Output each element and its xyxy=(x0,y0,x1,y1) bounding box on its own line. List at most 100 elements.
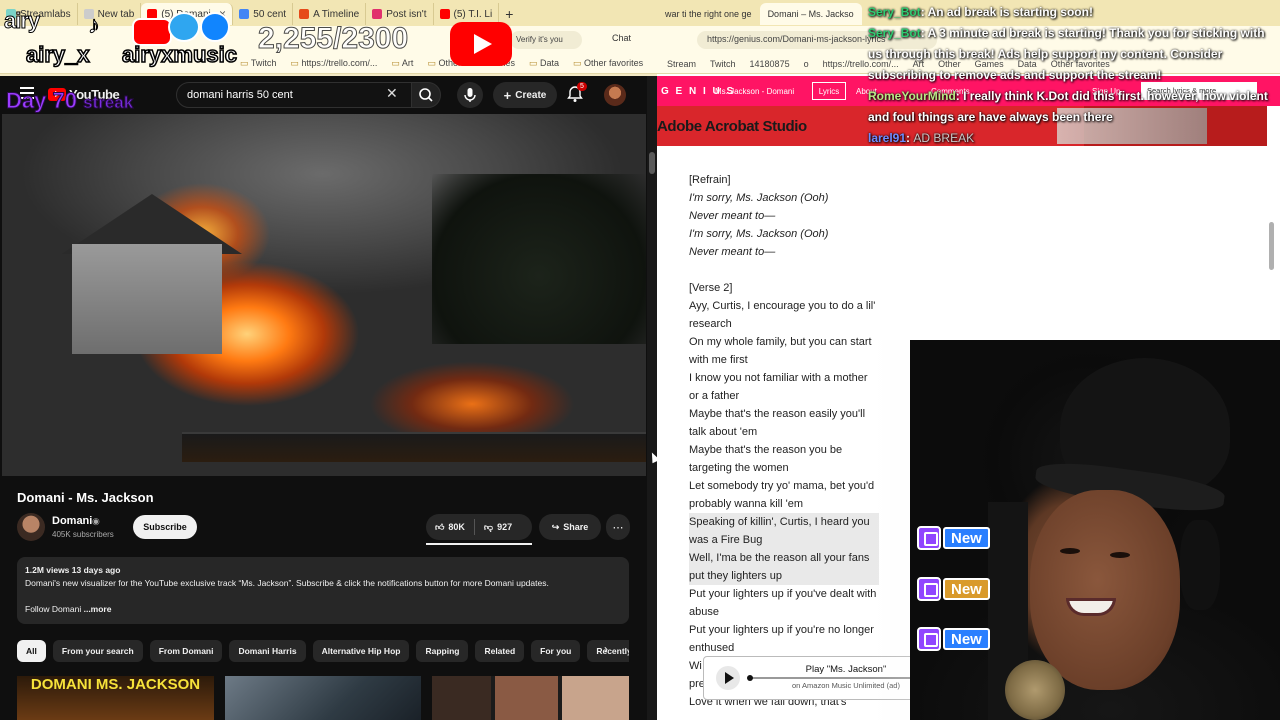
share-icon: ↪ xyxy=(551,521,560,532)
like-button[interactable]: 👍︎ 80K xyxy=(426,522,474,533)
lyric-line: Never meant to— xyxy=(689,246,776,258)
create-button[interactable]: + Create xyxy=(493,82,557,108)
lyric-line: [Verse 2] xyxy=(689,282,733,294)
youtube-icon xyxy=(439,9,450,19)
recommended-thumbnail[interactable] xyxy=(225,676,421,720)
tab-label: 50 cent xyxy=(253,8,287,20)
chip[interactable]: From Domani xyxy=(149,640,223,662)
lyrics-tab[interactable]: Lyrics xyxy=(812,82,846,100)
video-title: Domani - Ms. Jackson xyxy=(17,490,154,505)
voice-search-button[interactable] xyxy=(457,82,483,108)
lyric-line[interactable]: Well, I'ma be the reason all your fans p… xyxy=(689,549,879,585)
recommended-thumbnail[interactable]: DOMANI MS. JACKSON xyxy=(17,676,214,720)
chip[interactable]: Rapping xyxy=(416,640,469,662)
chip[interactable]: Domani Harris xyxy=(229,640,306,662)
lyric-line: Ayy, Curtis, I encourage you to do a lil… xyxy=(689,300,876,330)
search-icon xyxy=(419,88,433,102)
bookmark[interactable]: Art xyxy=(391,58,414,69)
scrollbar-thumb[interactable] xyxy=(1269,222,1274,270)
bookmark[interactable]: Data xyxy=(529,58,559,69)
lyric-line[interactable]: Speaking of killin', Curtis, I heard you… xyxy=(689,513,879,549)
video-player[interactable] xyxy=(2,114,646,476)
chat-username[interactable]: Sery_Bot xyxy=(868,26,921,40)
handle-right: airyxmusic xyxy=(121,41,237,68)
verify-button[interactable]: Verify it's you xyxy=(510,31,582,49)
like-dislike-group: 👍︎ 80K 👎︎ 927 xyxy=(426,514,532,540)
recommended-thumbnail[interactable] xyxy=(432,676,629,720)
search-button[interactable] xyxy=(411,82,441,108)
streak-word: streak xyxy=(83,93,134,113)
search-input[interactable]: domani harris 50 cent xyxy=(176,82,412,108)
chip[interactable]: Alternative Hip Hop xyxy=(312,640,410,662)
handle-left: airy_x xyxy=(25,41,90,68)
chat-username[interactable]: larel91 xyxy=(868,131,906,145)
lyric-line: Put your lighters up if you're no longer… xyxy=(689,624,874,654)
tab-search[interactable]: war ti the right one ge xyxy=(657,3,760,25)
verified-check-icon: ◉ xyxy=(92,516,100,526)
tab-label: A Timeline xyxy=(313,8,360,20)
chat-username[interactable]: Sery_Bot xyxy=(868,5,921,19)
chip[interactable]: From your search xyxy=(52,640,143,662)
notification-count-badge: 5 xyxy=(577,82,587,91)
bookmark[interactable]: o xyxy=(804,59,809,69)
subscriber-goal-counter: 2,255/2300 xyxy=(257,22,409,56)
new-follower-alert: New xyxy=(917,577,995,601)
bookmark[interactable]: Stream xyxy=(667,59,696,69)
channel-avatar[interactable] xyxy=(17,513,45,541)
clear-search-icon[interactable]: ✕ xyxy=(386,85,398,102)
chat-username[interactable]: RomeYourMind xyxy=(868,89,956,103)
share-button[interactable]: ↪ Share xyxy=(539,514,601,540)
chat-separator: : xyxy=(920,26,925,40)
instagram-icon xyxy=(372,9,383,19)
subscribe-button[interactable]: Subscribe xyxy=(133,515,197,539)
subscriber-count: 405K subscribers xyxy=(52,530,114,539)
twitter-icon xyxy=(168,12,200,42)
chat-separator: : xyxy=(955,89,960,103)
lyric-gap xyxy=(689,261,879,279)
chat-message: larel91: AD BREAK xyxy=(868,128,1270,149)
new-follower-alert: New xyxy=(917,627,995,651)
description-box[interactable]: 1.2M views 13 days ago Domani's new visu… xyxy=(17,557,629,624)
streak-overlay: Day 70 streak xyxy=(6,88,134,114)
bookmark[interactable]: Other favorites xyxy=(573,58,643,69)
thumbnail-text: DOMANI MS. JACKSON xyxy=(30,676,201,693)
like-count: 80K xyxy=(448,522,465,532)
microphone xyxy=(1005,660,1065,720)
streamer-eye xyxy=(1060,548,1080,554)
video-pool xyxy=(182,432,646,462)
article-icon xyxy=(299,9,310,19)
bookmark[interactable]: https://trello.com/... xyxy=(290,58,377,69)
chat-message: RomeYourMind: I really think K.Dot did t… xyxy=(868,86,1270,128)
chip[interactable]: Related xyxy=(475,640,525,662)
chip[interactable]: Recently xyxy=(587,640,629,662)
play-icon[interactable] xyxy=(716,666,740,690)
lyric-line: Put your lighters up if you've dealt wit… xyxy=(689,588,877,618)
chip-bar: All From your search From Domani Domani … xyxy=(17,640,629,662)
lyric-line: Never meant to— xyxy=(689,210,776,222)
microphone-icon xyxy=(464,88,476,102)
bookmark[interactable]: 14180875 xyxy=(750,59,790,69)
bookmark[interactable]: Twitch xyxy=(710,59,736,69)
channel-name[interactable]: Domani xyxy=(52,515,92,527)
headphone-earcup xyxy=(1180,520,1220,610)
chevron-right-icon[interactable]: › xyxy=(604,642,608,656)
chip-all[interactable]: All xyxy=(17,640,46,662)
alert-label: New xyxy=(943,527,990,549)
copilot-chat-button[interactable]: Chat xyxy=(612,33,631,43)
more-actions-button[interactable]: ⋯ xyxy=(606,514,630,540)
show-more-link[interactable]: ...more xyxy=(84,604,112,614)
dislike-button[interactable]: 👎︎ 927 xyxy=(475,522,521,533)
bookmark[interactable]: Twitch xyxy=(240,58,277,69)
bluesky-icon xyxy=(200,12,230,42)
plus-icon: + xyxy=(503,87,512,103)
tab-label: (5) T.I. Li xyxy=(453,8,493,20)
chat-text: An ad break is starting soon! xyxy=(927,5,1093,19)
alert-label: New xyxy=(943,578,990,600)
chat-text: AD BREAK xyxy=(913,131,975,145)
scrollbar-thumb[interactable] xyxy=(649,152,655,174)
chip[interactable]: For you xyxy=(531,640,581,662)
lyric-line: [Refrain] xyxy=(689,174,731,186)
ad-text: Adobe Acrobat Studio xyxy=(657,118,807,135)
tab-genius[interactable]: Domani – Ms. Jackso xyxy=(759,3,862,25)
account-avatar[interactable] xyxy=(604,84,626,106)
